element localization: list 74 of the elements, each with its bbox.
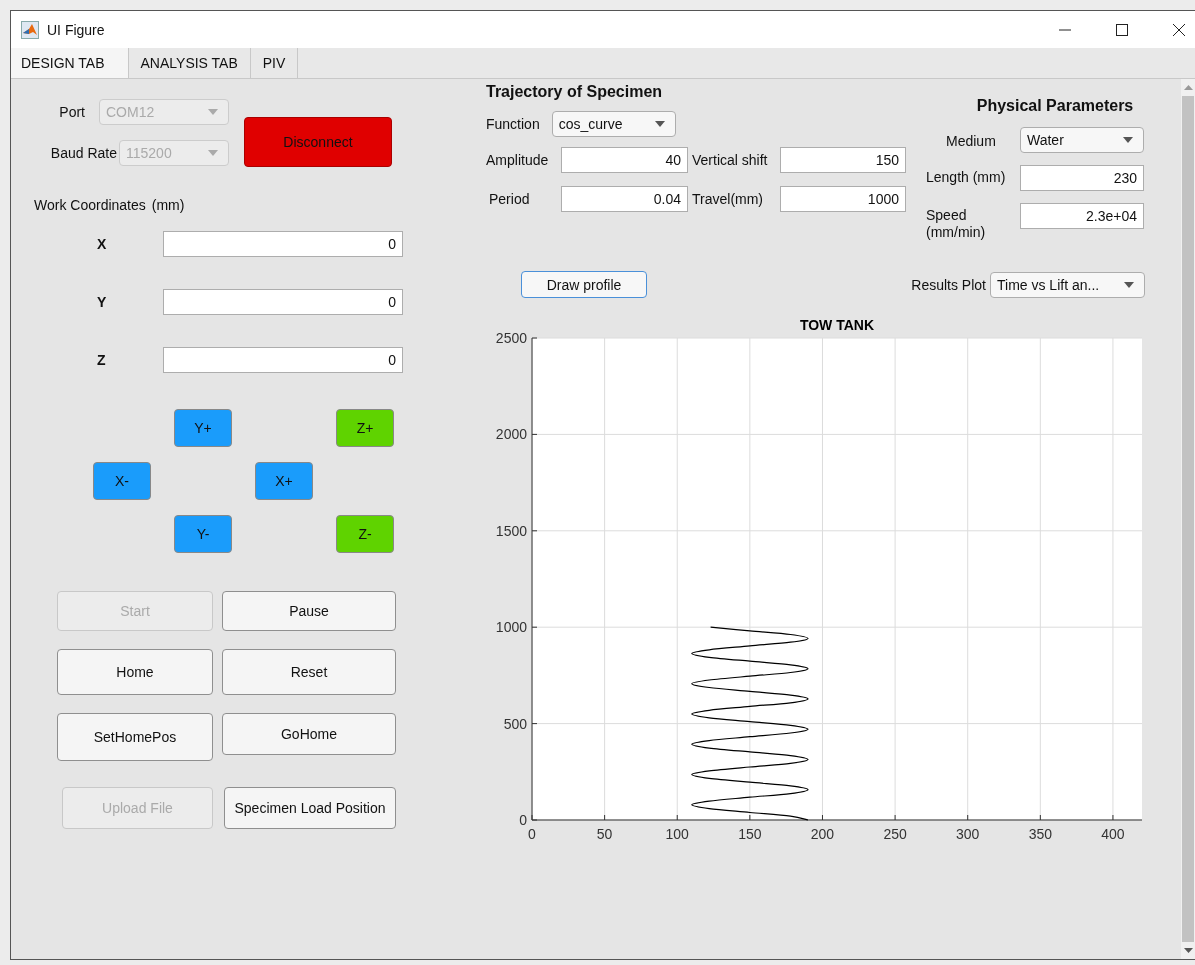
medium-dropdown[interactable]: Water (1020, 127, 1144, 153)
scrollbar[interactable] (1181, 79, 1195, 959)
x-tick-label: 50 (596, 826, 613, 842)
port-label: Port (59, 104, 85, 120)
coordinate-field[interactable]: 0 (163, 289, 403, 315)
chart-title: TOW TANK (799, 317, 875, 333)
x-tick-label: 150 (738, 826, 762, 842)
action-button[interactable]: Specimen Load Position (224, 787, 396, 829)
y-tick-label: 1500 (495, 522, 527, 539)
x-tick-label: 200 (810, 826, 835, 842)
y-tick-label: 2500 (495, 330, 527, 346)
jog-button[interactable]: Y- (174, 515, 232, 553)
app-logo-icon (21, 20, 39, 39)
close-icon[interactable] (1173, 23, 1185, 36)
action-button[interactable]: Home (57, 649, 213, 695)
caret-icon (208, 150, 218, 156)
parameter-field[interactable]: 2.3e+04 (1020, 203, 1144, 229)
parameter-label: Speed (mm/min) (926, 206, 987, 241)
jog-button[interactable]: Z- (336, 515, 394, 553)
y-tick-label: 1000 (495, 619, 527, 636)
jog-button[interactable]: Z+ (336, 409, 394, 447)
window-title: UI Figure (47, 21, 105, 38)
parameter-label: Travel(mm) (692, 191, 765, 207)
tab[interactable]: DESIGN TAB (11, 48, 129, 78)
physical-parameters-heading: Physical Parameters (975, 97, 1135, 115)
jog-button[interactable]: X- (93, 462, 151, 500)
jog-button[interactable]: X+ (255, 462, 313, 500)
x-tick-label: 400 (1101, 826, 1125, 842)
y-tick-label: 0 (519, 812, 527, 828)
maximize-icon[interactable] (1116, 23, 1128, 36)
axis-label: Y (96, 294, 108, 310)
jog-button[interactable]: Y+ (174, 409, 232, 447)
parameter-field[interactable]: 40 (561, 147, 688, 173)
results-plot-label: Results Plot (911, 276, 986, 293)
work-coordinates-label: Work Coordinates (34, 197, 146, 213)
trajectory-heading: Trajectory of Specimen (486, 83, 664, 101)
parameter-field[interactable]: 150 (780, 147, 906, 173)
x-tick-label: 300 (956, 826, 980, 842)
parameter-label: Length (mm) (926, 168, 1007, 186)
parameter-field[interactable]: 0.04 (561, 186, 688, 212)
results-plot-dropdown[interactable]: Time vs Lift an... (990, 271, 1145, 298)
medium-label: Medium (945, 132, 997, 149)
unit-label: (mm) (151, 197, 185, 213)
axis-label: X (96, 236, 108, 252)
function-dropdown[interactable]: cos_curve (551, 111, 676, 137)
function-label: Function (486, 116, 540, 132)
scroll-down-icon[interactable] (1183, 948, 1193, 953)
y-tick-label: 2000 (495, 426, 527, 443)
x-tick-label: 350 (1028, 826, 1052, 842)
caret-icon (1123, 137, 1133, 143)
parameter-label: Amplitude (486, 152, 550, 168)
action-button[interactable]: Pause (222, 591, 396, 631)
coordinate-field[interactable]: 0 (163, 231, 403, 257)
axis-label: Z (96, 352, 107, 368)
baud-rate-label: Baud Rate (50, 145, 117, 161)
action-button[interactable]: SetHomePos (57, 713, 213, 761)
action-button[interactable]: GoHome (222, 713, 396, 755)
parameter-field[interactable]: 1000 (780, 186, 906, 212)
disconnect-button[interactable]: Disconnect (244, 117, 392, 167)
x-tick-label: 250 (883, 826, 907, 842)
parameter-field[interactable]: 230 (1020, 165, 1144, 191)
coordinate-field[interactable]: 0 (163, 347, 403, 373)
x-tick-label: 0 (528, 826, 536, 842)
y-tick-label: 500 (503, 715, 527, 732)
parameter-label: Period (488, 191, 531, 207)
caret-icon (208, 109, 218, 115)
scroll-up-icon[interactable] (1183, 85, 1193, 90)
parameter-label: Vertical shift (692, 152, 769, 168)
scroll-thumb[interactable] (1182, 96, 1194, 942)
draw-profile-button[interactable]: Draw profile (521, 271, 647, 298)
caret-icon (654, 121, 665, 127)
x-tick-label: 100 (665, 826, 689, 842)
action-button[interactable]: Reset (222, 649, 396, 695)
caret-icon (1124, 281, 1134, 288)
